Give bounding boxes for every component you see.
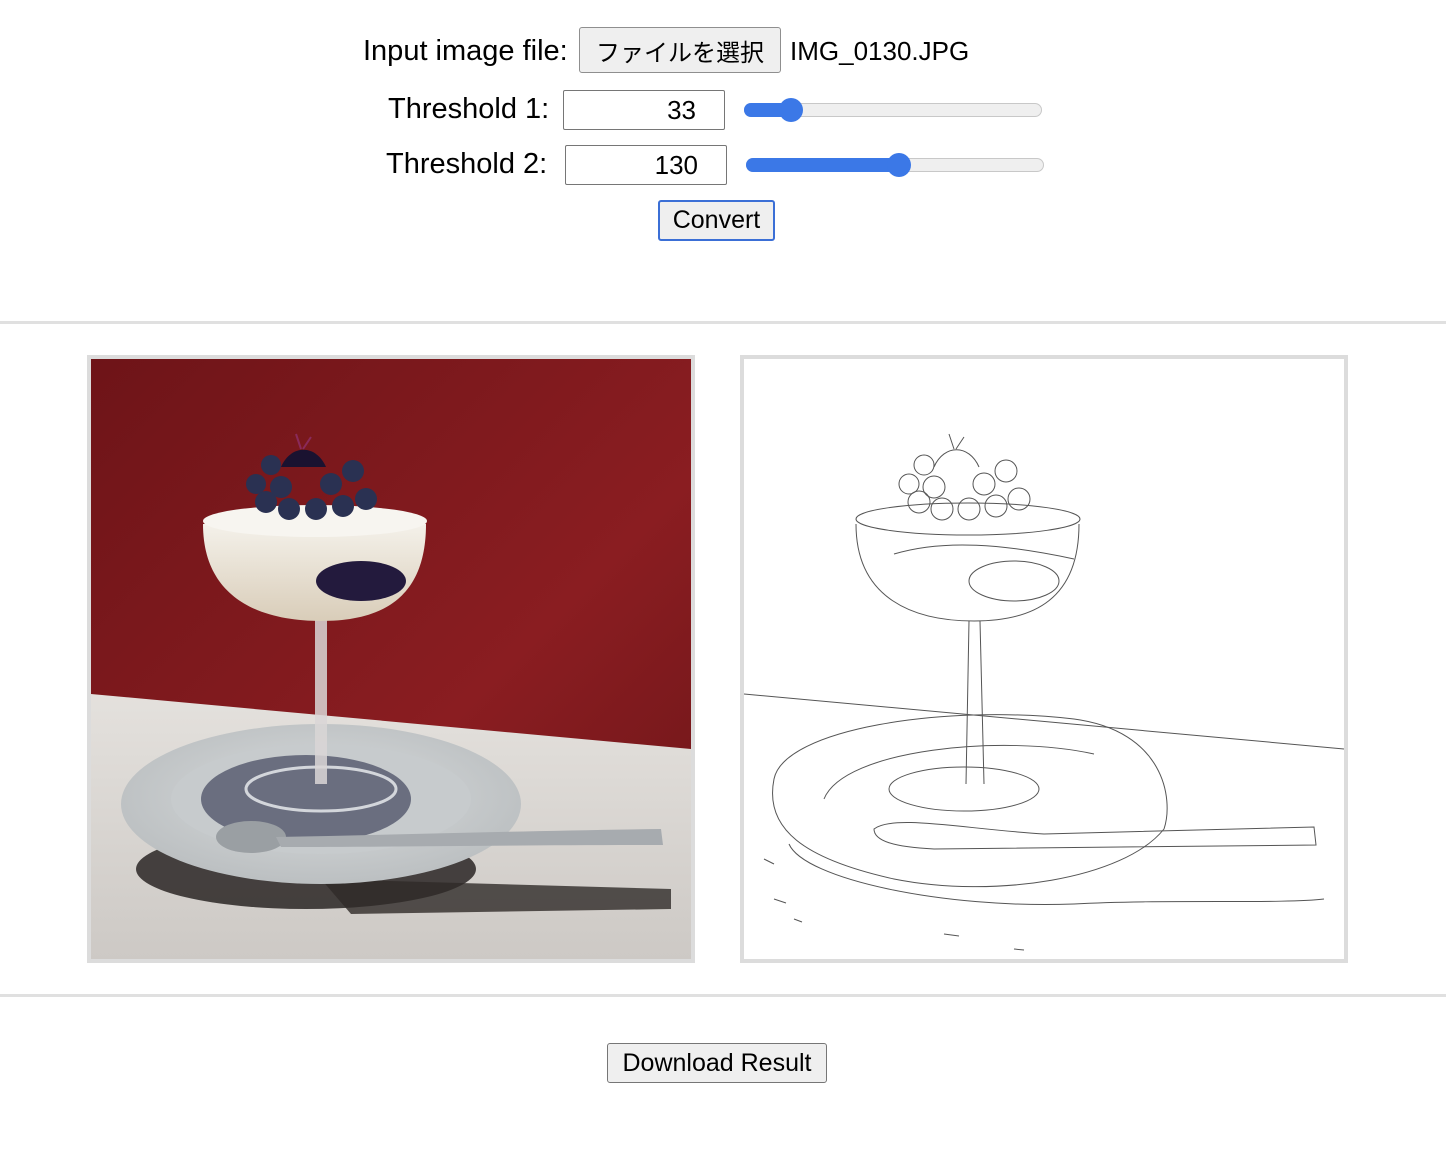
threshold2-slider[interactable]: [746, 153, 1044, 177]
edge-drawing: [744, 433, 1344, 951]
download-result-button[interactable]: Download Result: [607, 1043, 827, 1083]
output-image: [740, 355, 1348, 963]
threshold2-slider-fill: [746, 158, 898, 172]
threshold1-slider[interactable]: [744, 98, 1042, 122]
divider-top: [0, 321, 1446, 324]
threshold1-number-input[interactable]: 33: [563, 90, 725, 130]
threshold2-number-input[interactable]: 130: [565, 145, 727, 185]
convert-button[interactable]: Convert: [658, 200, 775, 241]
threshold2-slider-thumb[interactable]: [887, 153, 911, 177]
parfait-photo: [91, 359, 691, 959]
threshold2-label: Threshold 2:: [386, 148, 548, 180]
divider-bottom: [0, 994, 1446, 997]
threshold1-label: Threshold 1:: [388, 93, 550, 125]
choose-file-button[interactable]: ファイルを選択: [579, 27, 781, 73]
file-input-label: Input image file:: [363, 35, 568, 67]
selected-file-name: IMG_0130.JPG: [790, 36, 970, 66]
input-image: [87, 355, 695, 963]
threshold1-slider-thumb[interactable]: [779, 98, 803, 122]
